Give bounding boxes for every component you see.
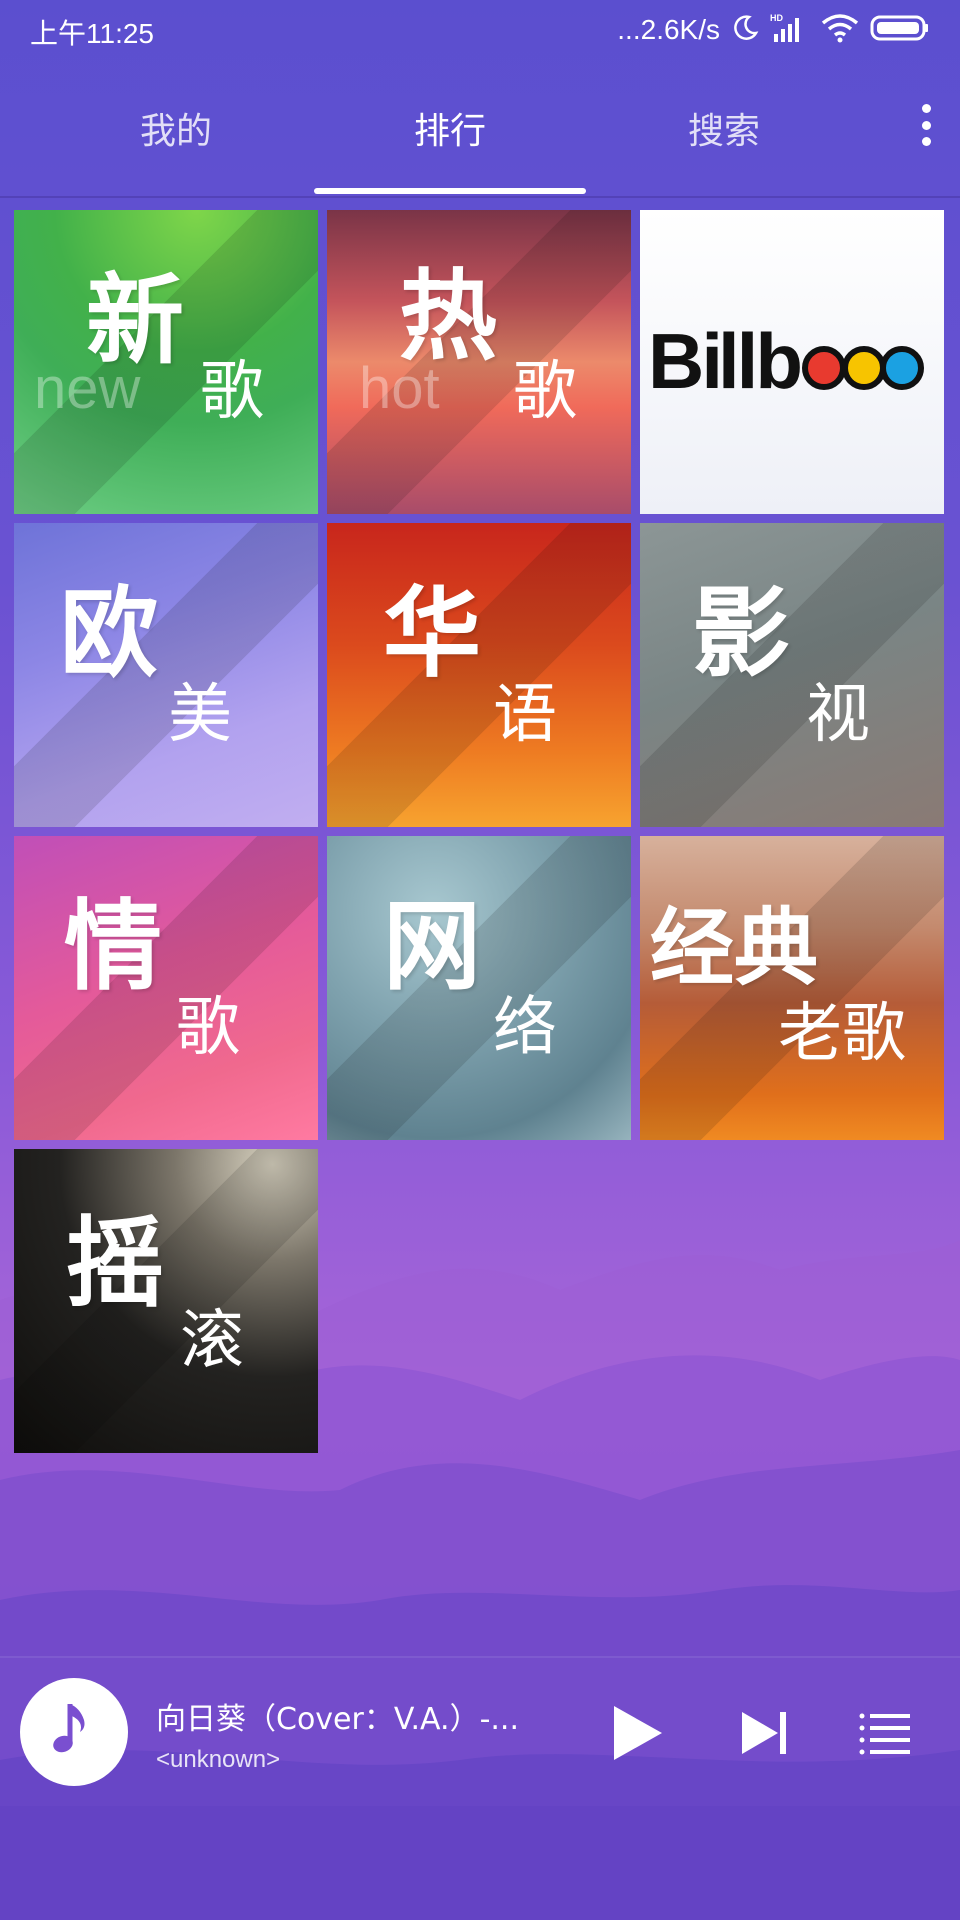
tab-mine[interactable]: 我的 [40,102,312,154]
tile-big-char: 摇 [66,1207,165,1321]
tab-charts[interactable]: 排行 [314,102,586,154]
chart-tile-chinese[interactable]: 华 语 [327,523,631,827]
tile-shadow [14,836,318,1140]
chart-tile-film-tv[interactable]: 影 视 [640,523,944,827]
tile-big-char: 华 [383,577,482,691]
active-tab-indicator [314,188,586,194]
status-time: 上午11:25 [30,18,154,49]
svg-text:llb: llb [718,318,800,405]
tile-small-char: 歌 [200,355,264,429]
tile-big-char: 欧 [60,577,159,691]
tile-big-char: 情 [64,890,163,1004]
now-playing-artist: <unknown> [156,1746,281,1773]
chart-tile-internet[interactable]: 网 络 [327,836,631,1140]
play-icon[interactable] [610,1704,666,1762]
music-note-icon [46,1698,102,1766]
album-art[interactable] [20,1678,128,1786]
network-speed: ...2.6K/s [617,14,720,45]
tab-bar: 我的 排行 搜索 [0,70,960,194]
moon-icon [730,13,760,47]
hd-signal-icon: HD [770,12,810,48]
chart-tile-hot-songs[interactable]: hot 热 歌 [327,210,631,514]
playlist-icon[interactable] [858,1710,912,1756]
chart-tile-new-songs[interactable]: new 新 歌 [14,210,318,514]
now-playing-title[interactable]: 向日葵（Cover：V.A.）-... [156,1694,556,1738]
chart-tile-billboard[interactable]: Bi llb [640,210,944,514]
status-bar: 上午11:25 ...2.6K/s HD [0,0,960,60]
billboard-logo: Bi llb [646,317,938,420]
tile-small-char: 老歌 [778,997,906,1071]
tile-small-char: 滚 [180,1304,244,1378]
billboard-logo-graphic: Bi llb [648,317,924,405]
svg-text:Bi: Bi [648,318,720,405]
tile-shadow [640,523,944,827]
chart-tile-rock[interactable]: 摇 滚 [14,1149,318,1453]
chart-tile-western[interactable]: 欧 美 [14,523,318,827]
tile-small-char: 歌 [176,991,240,1065]
tile-big-char: 网 [383,890,482,1004]
chart-tile-classic-oldies[interactable]: 经典 老歌 [640,836,944,1140]
battery-icon [870,13,930,47]
tab-divider [0,196,960,198]
tile-small-char: 语 [493,678,557,752]
chart-tile-love-songs[interactable]: 情 歌 [14,836,318,1140]
skip-next-icon[interactable] [740,1708,790,1758]
tile-big-char: 新 [86,264,185,378]
tab-search[interactable]: 搜索 [588,102,860,154]
tile-big-char: 影 [692,577,791,691]
tile-small-char: 视 [806,678,870,752]
svg-text:HD: HD [770,13,783,23]
wifi-icon [820,13,860,47]
tile-big-char: 热 [399,260,498,374]
tile-small-char: 美 [168,678,232,752]
status-icons: ...2.6K/s HD [617,10,930,50]
tile-small-char: 络 [493,991,557,1065]
mini-player[interactable]: 向日葵（Cover：V.A.）-... <unknown> [0,1656,960,1806]
more-options-icon[interactable] [906,100,946,150]
tile-shadow [14,1149,318,1453]
tile-small-char: 歌 [513,355,577,429]
tile-big-char: 经典 [650,899,819,997]
